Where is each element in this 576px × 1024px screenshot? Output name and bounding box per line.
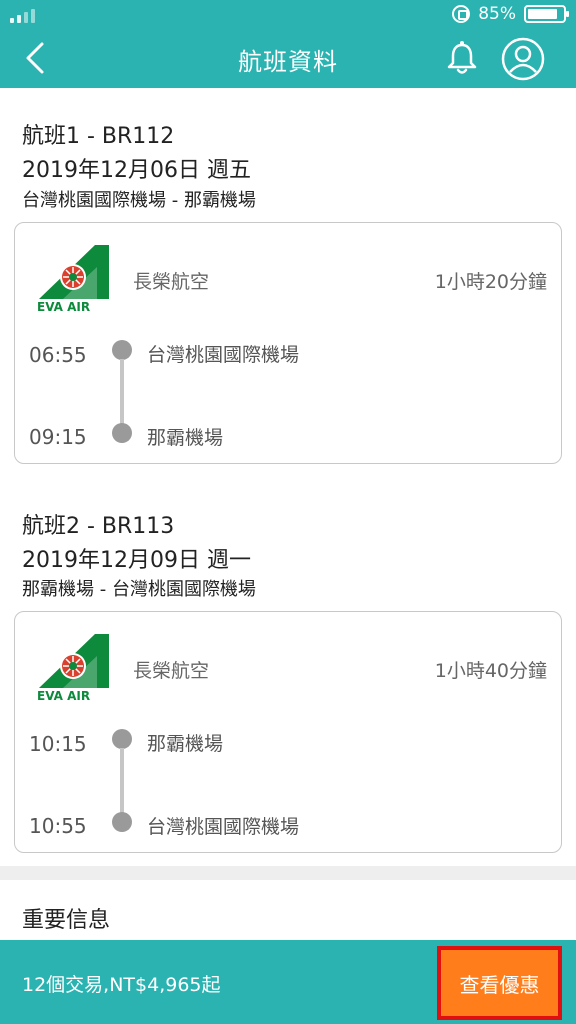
arrival-airport: 那霸機場 [147, 427, 224, 449]
bottom-bar: 12個交易,NT$4,965起 查看優惠 [0, 940, 576, 1024]
flight-number: 航班1 - BR112 [22, 124, 175, 149]
status-right: 85% [452, 4, 569, 24]
airline-name: 長榮航空 [133, 660, 210, 682]
view-deals-button[interactable]: 查看優惠 [437, 946, 562, 1020]
flight-route: 台灣桃園國際機場 - 那霸機場 [22, 190, 256, 211]
bell-icon [447, 41, 477, 74]
departure-time: 06:55 [29, 343, 87, 367]
airline-name: 長榮航空 [133, 271, 210, 293]
flight-card[interactable]: EVA AIR 長榮航空 1小時20分鐘 06:55 台灣桃園國際機場 09:1… [14, 222, 562, 464]
logo-text: EVA AIR [37, 689, 90, 702]
departure-airport: 那霸機場 [147, 733, 224, 755]
flight-duration: 1小時40分鐘 [434, 660, 547, 682]
arrival-time: 10:55 [29, 814, 87, 838]
route-line [120, 359, 124, 433]
profile-button[interactable] [500, 36, 546, 82]
departure-dot [112, 729, 132, 749]
departure-time: 10:15 [29, 732, 87, 756]
notification-button[interactable] [442, 38, 482, 78]
route-line [120, 748, 124, 822]
signal-icon [10, 9, 35, 23]
arrival-time: 09:15 [29, 425, 87, 449]
battery-percent: 85% [478, 4, 516, 24]
section-divider [0, 866, 576, 880]
flight-route: 那霸機場 - 台灣桃園國際機場 [22, 579, 256, 600]
flight-card[interactable]: EVA AIR 長榮航空 1小時40分鐘 10:15 那霸機場 10:55 台灣… [14, 611, 562, 853]
logo-text: EVA AIR [37, 300, 90, 313]
eva-air-logo: EVA AIR [35, 632, 113, 703]
rotation-lock-icon [452, 5, 471, 23]
header: 航班資料 [0, 30, 576, 88]
deal-summary: 12個交易,NT$4,965起 [22, 974, 221, 996]
flight-duration: 1小時20分鐘 [434, 271, 547, 293]
important-info-heading: 重要信息 [22, 908, 111, 933]
user-avatar-icon [501, 37, 545, 81]
departure-airport: 台灣桃園國際機場 [147, 344, 300, 366]
top-bar: 85% 航班資料 [0, 0, 576, 88]
battery-icon [524, 5, 569, 23]
arrival-dot [112, 423, 132, 443]
page-title: 航班資料 [238, 48, 338, 76]
flight-date: 2019年12月09日 週一 [22, 548, 251, 573]
arrival-airport: 台灣桃園國際機場 [147, 816, 300, 838]
departure-dot [112, 340, 132, 360]
flight-date: 2019年12月06日 週五 [22, 158, 251, 183]
arrival-dot [112, 812, 132, 832]
status-bar: 85% [0, 0, 576, 30]
eva-air-logo: EVA AIR [35, 243, 113, 314]
flight-number: 航班2 - BR113 [22, 514, 175, 539]
